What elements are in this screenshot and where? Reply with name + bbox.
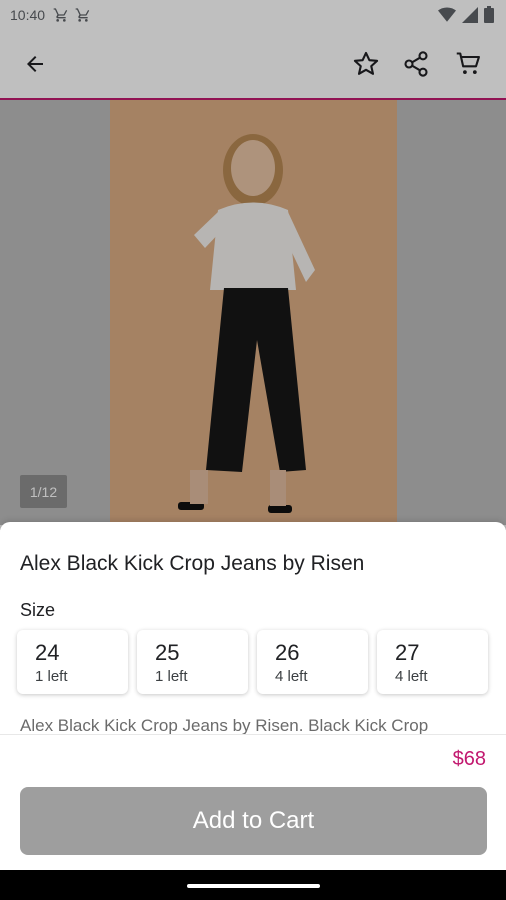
- size-value: 24: [35, 640, 60, 665]
- size-option-24[interactable]: 24 1 left: [17, 630, 128, 694]
- product-price: $68: [452, 748, 486, 770]
- cart-icon: [53, 8, 68, 22]
- cart-icon: [75, 8, 90, 22]
- product-description: Alex Black Kick Crop Jeans by Risen. Bla…: [20, 716, 429, 735]
- size-selection-sheet: Alex Black Kick Crop Jeans by Risen Size…: [0, 522, 506, 870]
- stock-count: 1 left: [35, 668, 68, 685]
- home-gesture-handle[interactable]: [187, 884, 320, 888]
- star-icon: [353, 51, 379, 75]
- size-value: 27: [395, 640, 420, 665]
- top-app-bar: [0, 30, 506, 98]
- divider: [0, 734, 506, 735]
- wifi-icon: [438, 7, 456, 22]
- add-to-cart-button[interactable]: Add to Cart: [20, 787, 487, 855]
- stock-count: 4 left: [275, 668, 308, 685]
- status-time: 10:40: [10, 7, 46, 23]
- size-option-27[interactable]: 27 4 left: [377, 630, 488, 694]
- size-value: 25: [155, 640, 180, 665]
- share-icon: [404, 51, 428, 77]
- product-image-gallery[interactable]: [0, 100, 506, 530]
- size-label: Size: [20, 600, 56, 620]
- size-options: 24 1 left 25 1 left 26 4 left 27 4 left: [17, 630, 488, 694]
- image-counter: 1/12: [20, 475, 67, 508]
- size-value: 26: [275, 640, 300, 665]
- cart-icon: [456, 52, 480, 75]
- size-option-25[interactable]: 25 1 left: [137, 630, 248, 694]
- signal-icon: [462, 6, 478, 23]
- cart-button[interactable]: [454, 49, 484, 79]
- back-arrow-icon: [27, 56, 43, 72]
- status-bar: 10:40: [0, 0, 506, 30]
- share-button[interactable]: [401, 49, 431, 79]
- stock-count: 4 left: [395, 668, 428, 685]
- stock-count: 1 left: [155, 668, 188, 685]
- favorite-button[interactable]: [351, 49, 381, 79]
- back-button[interactable]: [20, 49, 50, 79]
- battery-icon: [484, 6, 494, 23]
- product-photo: [110, 100, 397, 530]
- size-option-26[interactable]: 26 4 left: [257, 630, 368, 694]
- product-title: Alex Black Kick Crop Jeans by Risen: [20, 552, 365, 575]
- model-figure: [178, 134, 315, 513]
- system-navigation-bar: [0, 870, 506, 900]
